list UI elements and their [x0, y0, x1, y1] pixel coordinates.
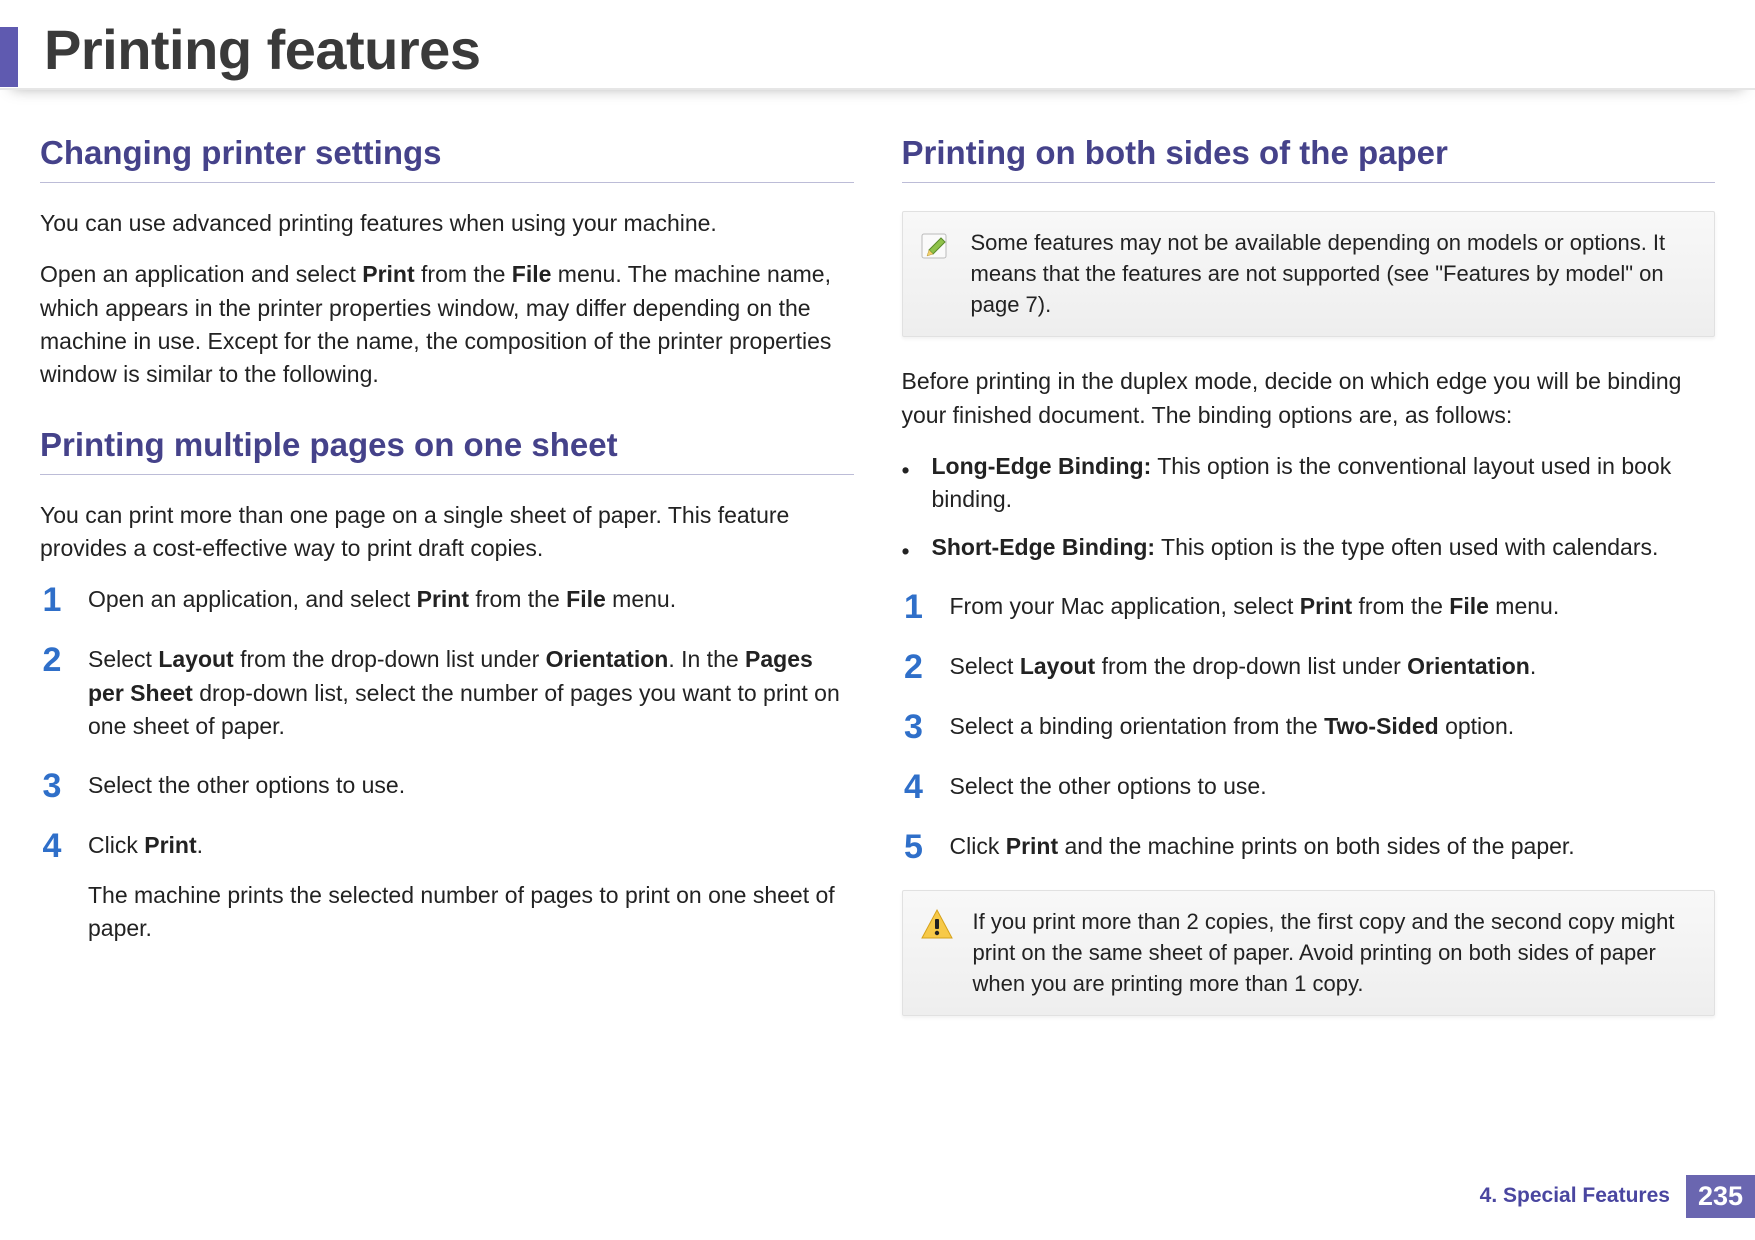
bold-text: Layout	[158, 646, 233, 672]
step-body: Select Layout from the drop-down list un…	[950, 650, 1716, 683]
text: from the drop-down list under	[234, 646, 546, 672]
bold-text: Orientation	[1407, 653, 1530, 679]
right-column: Printing on both sides of the paper Some…	[902, 134, 1716, 1044]
step: 4 Click Print. The machine prints the se…	[40, 829, 854, 945]
bold-text: File	[512, 261, 552, 287]
step: 3 Select a binding orientation from the …	[902, 710, 1716, 744]
text: Select	[950, 653, 1020, 679]
step-body: Select a binding orientation from the Tw…	[950, 710, 1716, 743]
text: . In the	[668, 646, 745, 672]
step: 5 Click Print and the machine prints on …	[902, 830, 1716, 864]
text: drop-down list, select the number of pag…	[88, 680, 840, 739]
steps-list: 1 Open an application, and select Print …	[40, 583, 854, 945]
bold-text: Layout	[1020, 653, 1095, 679]
bold-text: Print	[417, 586, 469, 612]
paragraph: You can use advanced printing features w…	[40, 207, 854, 240]
bold-text: File	[1449, 593, 1489, 619]
heading-multiple-pages: Printing multiple pages on one sheet	[40, 426, 854, 475]
step-number: 1	[902, 590, 926, 624]
step-body: Select Layout from the drop-down list un…	[88, 643, 854, 743]
text: This option is the type often used with …	[1155, 534, 1658, 560]
bullet-list: • Long-Edge Binding: This option is the …	[902, 450, 1716, 568]
step-body: Select the other options to use.	[950, 770, 1716, 803]
bold-text: Print	[1006, 833, 1058, 859]
bullet-item: • Long-Edge Binding: This option is the …	[902, 450, 1716, 517]
text: menu.	[1489, 593, 1559, 619]
step-number: 2	[902, 650, 926, 684]
page-footer: 4. Special Features 235	[1480, 1175, 1755, 1218]
text: .	[1530, 653, 1536, 679]
paragraph: Before printing in the duplex mode, deci…	[902, 365, 1716, 432]
text: Select	[88, 646, 158, 672]
bullet-dot: •	[902, 450, 910, 487]
bold-text: Print	[362, 261, 414, 287]
text: .	[197, 832, 203, 858]
step-number: 3	[40, 769, 64, 803]
text: Click	[88, 832, 144, 858]
text: from the	[469, 586, 566, 612]
step-body: From your Mac application, select Print …	[950, 590, 1716, 623]
text: Click	[950, 833, 1006, 859]
step-number: 4	[902, 770, 926, 804]
bold-text: Two-Sided	[1324, 713, 1439, 739]
text: Select a binding orientation from the	[950, 713, 1325, 739]
content-columns: Changing printer settings You can use ad…	[0, 90, 1755, 1044]
text: from the drop-down list under	[1095, 653, 1407, 679]
bold-text: Print	[144, 832, 196, 858]
step-number: 2	[40, 643, 64, 677]
bold-text: File	[566, 586, 606, 612]
note-box-warning: If you print more than 2 copies, the fir…	[902, 890, 1716, 1016]
text: Open an application, and select	[88, 586, 417, 612]
text: from the	[415, 261, 512, 287]
heading-changing-settings: Changing printer settings	[40, 134, 854, 183]
step: 1 Open an application, and select Print …	[40, 583, 854, 617]
bullet-body: Long-Edge Binding: This option is the co…	[932, 450, 1716, 517]
paragraph: Open an application and select Print fro…	[40, 258, 854, 391]
step: 3 Select the other options to use.	[40, 769, 854, 803]
note-box-info: Some features may not be available depen…	[902, 211, 1716, 337]
text: Open an application and select	[40, 261, 362, 287]
pencil-note-icon	[919, 228, 953, 262]
bullet-body: Short-Edge Binding: This option is the t…	[932, 531, 1716, 564]
text: option.	[1439, 713, 1514, 739]
steps-list: 1 From your Mac application, select Prin…	[902, 590, 1716, 864]
step: 1 From your Mac application, select Prin…	[902, 590, 1716, 624]
paragraph: You can print more than one page on a si…	[40, 499, 854, 566]
text: menu.	[606, 586, 676, 612]
bullet-item: • Short-Edge Binding: This option is the…	[902, 531, 1716, 568]
note-text: Some features may not be available depen…	[971, 228, 1695, 320]
title-accent	[0, 27, 18, 87]
step: 2 Select Layout from the drop-down list …	[40, 643, 854, 743]
step-body: Open an application, and select Print fr…	[88, 583, 854, 616]
bold-text: Long-Edge Binding:	[932, 453, 1152, 479]
warning-icon	[919, 907, 955, 943]
footer-chapter: 4. Special Features	[1480, 1184, 1686, 1208]
heading-both-sides: Printing on both sides of the paper	[902, 134, 1716, 183]
bold-text: Orientation	[546, 646, 669, 672]
page-title: Printing features	[44, 22, 480, 82]
bullet-dot: •	[902, 531, 910, 568]
bold-text: Short-Edge Binding:	[932, 534, 1156, 560]
step: 4 Select the other options to use.	[902, 770, 1716, 804]
page: Printing features Changing printer setti…	[0, 0, 1755, 1240]
title-bar: Printing features	[0, 0, 1755, 90]
text: and the machine prints on both sides of …	[1058, 833, 1575, 859]
left-column: Changing printer settings You can use ad…	[40, 134, 854, 1044]
note-text: If you print more than 2 copies, the fir…	[973, 907, 1695, 999]
step-body: Click Print and the machine prints on bo…	[950, 830, 1716, 863]
step-number: 1	[40, 583, 64, 617]
step-body: Select the other options to use.	[88, 769, 854, 802]
step-body: Click Print. The machine prints the sele…	[88, 829, 854, 945]
step-number: 4	[40, 829, 64, 863]
bold-text: Print	[1300, 593, 1352, 619]
step: 2 Select Layout from the drop-down list …	[902, 650, 1716, 684]
step-number: 5	[902, 830, 926, 864]
footer-page-number: 235	[1686, 1175, 1755, 1218]
text: From your Mac application, select	[950, 593, 1300, 619]
step-sub-text: The machine prints the selected number o…	[88, 879, 854, 946]
text: from the	[1352, 593, 1449, 619]
step-number: 3	[902, 710, 926, 744]
